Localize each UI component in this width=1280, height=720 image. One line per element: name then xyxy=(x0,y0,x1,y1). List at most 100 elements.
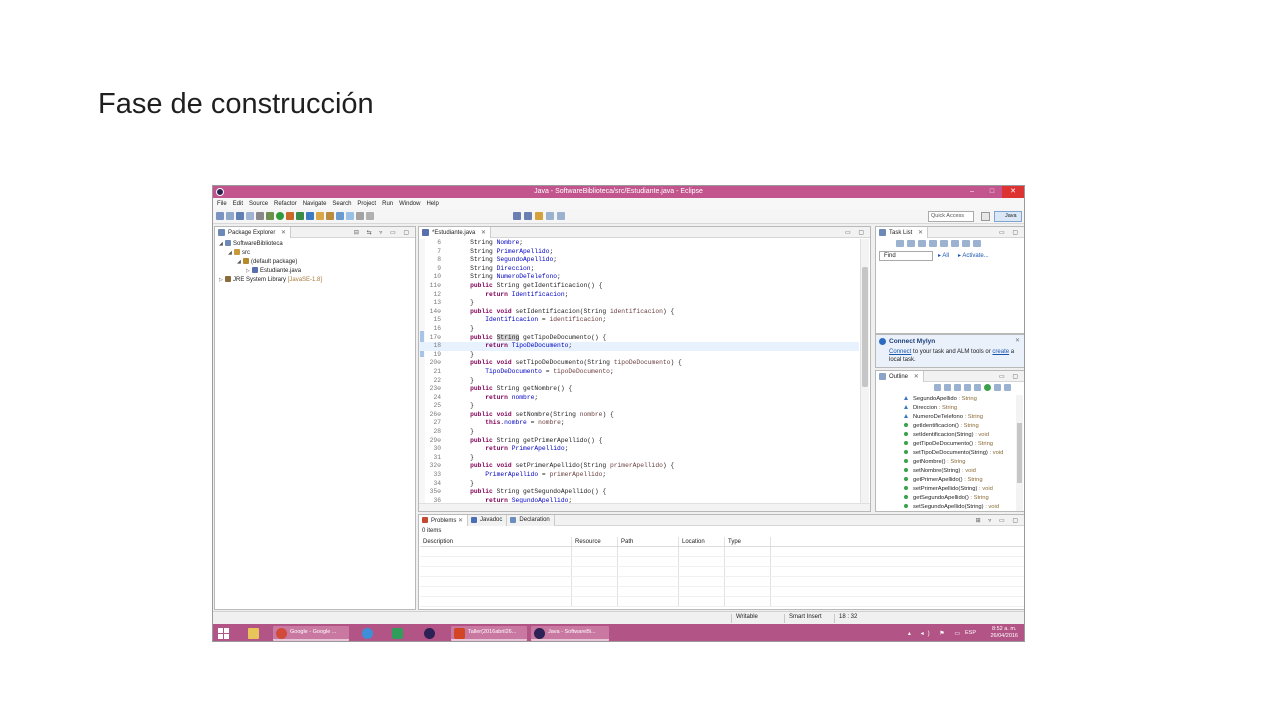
focus-icon[interactable] xyxy=(929,240,937,247)
open-perspective-icon[interactable] xyxy=(981,212,990,221)
menu-edit[interactable]: Edit xyxy=(233,201,243,207)
tab-declaration[interactable]: Declaration xyxy=(507,515,555,526)
new-icon[interactable] xyxy=(216,212,224,220)
collapse-icon[interactable] xyxy=(962,240,970,247)
outline-item[interactable]: setTipoDeDocumento(String) : void xyxy=(904,449,1014,458)
print-icon[interactable] xyxy=(256,212,264,220)
categorize-icon[interactable] xyxy=(907,240,915,247)
sort-icon[interactable] xyxy=(934,384,941,391)
code-line[interactable]: 15 Identificacion = identificacion; xyxy=(419,316,859,325)
internet-explorer-taskbar-button[interactable] xyxy=(359,626,377,641)
code-editor[interactable]: 6 String Nombre; 7 String PrimerApellido;… xyxy=(419,239,859,503)
code-line[interactable]: 35⊖ public String getSegundoApellido() { xyxy=(419,488,859,497)
save-icon[interactable] xyxy=(236,212,244,220)
scheduled-icon[interactable] xyxy=(918,240,926,247)
tab-javadoc[interactable]: Javadoc xyxy=(468,515,508,526)
outline-item[interactable]: setIdentificacion(String) : void xyxy=(904,431,1014,440)
code-line[interactable]: 33 PrimerApellido = primerApellido; xyxy=(419,471,859,480)
tab-problems[interactable]: Problems ✕ xyxy=(419,515,469,526)
outline-item[interactable]: getPrimerApellido() : String xyxy=(904,476,1014,485)
activate-link[interactable]: ▸ Activate... xyxy=(958,252,989,259)
close-button[interactable]: ✕ xyxy=(1002,186,1024,198)
tree-item[interactable]: ◢ SoftwareBiblioteca xyxy=(219,240,322,249)
outline-scrollbar[interactable] xyxy=(1016,395,1023,511)
menu-source[interactable]: Source xyxy=(249,201,268,207)
close-icon[interactable]: ✕ xyxy=(914,374,919,380)
scroll-thumb[interactable] xyxy=(1017,423,1022,483)
menu-window[interactable]: Window xyxy=(399,201,420,207)
view-controls[interactable]: ▭ ▢ xyxy=(999,373,1021,380)
search-icon[interactable] xyxy=(336,212,344,220)
menu-refactor[interactable]: Refactor xyxy=(274,201,297,207)
filter-icon[interactable] xyxy=(940,240,948,247)
new-java-project-icon[interactable] xyxy=(296,212,304,220)
new-task-icon[interactable] xyxy=(896,240,904,247)
hide-local-types-icon[interactable] xyxy=(994,384,1001,391)
editor-vertical-scrollbar[interactable] xyxy=(860,239,869,503)
tab-estudiante-java[interactable]: *Estudiante.java ✕ xyxy=(419,227,492,238)
tree-item[interactable]: ▷ Estudiante.java xyxy=(219,267,322,276)
code-line[interactable]: 14⊖ public void setIdentificacion(String… xyxy=(419,308,859,317)
outline-item[interactable]: SegundoApellido : String xyxy=(904,395,1014,404)
column-resource[interactable]: Resource xyxy=(572,537,618,546)
java-perspective-button[interactable]: Java xyxy=(994,211,1022,222)
synchronize-icon[interactable] xyxy=(951,240,959,247)
presentation-icon[interactable] xyxy=(973,240,981,247)
code-line[interactable]: 29⊖ public String getPrimerApellido() { xyxy=(419,437,859,446)
close-icon[interactable]: ✕ xyxy=(918,230,923,236)
new-class-icon[interactable] xyxy=(316,212,324,220)
tab-outline[interactable]: Outline ✕ xyxy=(876,371,924,382)
code-line[interactable]: 13 } xyxy=(419,299,859,308)
scroll-thumb[interactable] xyxy=(862,267,868,387)
tree-item[interactable]: ◢ (default package) xyxy=(219,258,322,267)
code-line[interactable]: 8 String SegundoApellido; xyxy=(419,256,859,265)
code-line[interactable]: 21 TipoDeDocumento = tipoDeDocumento; xyxy=(419,368,859,377)
view-controls[interactable]: ▭ ▢ xyxy=(999,229,1021,236)
view-controls[interactable]: ▭ ▢ xyxy=(845,229,867,236)
collapse-all-icon[interactable] xyxy=(944,384,951,391)
code-line[interactable]: 19 } xyxy=(419,351,859,360)
annotation-icon[interactable] xyxy=(356,212,364,220)
column-location[interactable]: Location xyxy=(679,537,725,546)
menu-navigate[interactable]: Navigate xyxy=(303,201,327,207)
hide-nonpublic-icon[interactable] xyxy=(974,384,981,391)
menu-search[interactable]: Search xyxy=(332,201,351,207)
code-line[interactable]: 31 } xyxy=(419,454,859,463)
code-line[interactable]: 7 String PrimerApellido; xyxy=(419,248,859,257)
column-type[interactable]: Type xyxy=(725,537,771,546)
outline-item[interactable]: setNombre(String) : void xyxy=(904,467,1014,476)
last-edit-icon[interactable] xyxy=(535,212,543,220)
focus-active-icon[interactable] xyxy=(984,384,991,391)
code-line[interactable]: 28 } xyxy=(419,428,859,437)
column-path[interactable]: Path xyxy=(618,537,679,546)
open-icon[interactable] xyxy=(226,212,234,220)
outline-item[interactable]: setSegundoApellido(String) : void xyxy=(904,503,1014,511)
menu-project[interactable]: Project xyxy=(357,201,376,207)
hide-fields-icon[interactable] xyxy=(954,384,961,391)
menu-file[interactable]: File xyxy=(217,201,227,207)
code-line[interactable]: 25 } xyxy=(419,402,859,411)
close-icon[interactable]: ✕ xyxy=(281,230,286,236)
close-icon[interactable]: ✕ xyxy=(458,518,463,524)
quick-access-input[interactable]: Quick Access xyxy=(928,211,974,222)
close-icon[interactable]: ✕ xyxy=(481,230,486,236)
create-link[interactable]: create xyxy=(992,349,1009,355)
hide-static-icon[interactable] xyxy=(964,384,971,391)
all-link[interactable]: ▸ All xyxy=(938,252,949,259)
taskbar-app-eclipse[interactable]: Java - SoftwareBi... xyxy=(531,626,609,641)
menu-run[interactable]: Run xyxy=(382,201,393,207)
tree-item[interactable]: ▷ JRE System Library [JavaSE-1.8] xyxy=(219,276,322,285)
code-line[interactable]: 9 String Direccion; xyxy=(419,265,859,274)
language-indicator[interactable]: ESP xyxy=(965,630,976,636)
minimize-button[interactable]: – xyxy=(964,186,980,198)
find-input[interactable]: Find xyxy=(879,251,933,261)
outline-item[interactable]: getSegundoApellido() : String xyxy=(904,494,1014,503)
start-button[interactable] xyxy=(218,628,230,639)
code-line[interactable]: 23⊖ public String getNombre() { xyxy=(419,385,859,394)
outline-item[interactable]: getIdentificacion() : String xyxy=(904,422,1014,431)
code-line[interactable]: 32⊖ public void setPrimerApellido(String… xyxy=(419,462,859,471)
code-line[interactable]: 20⊖ public void setTipoDeDocumento(Strin… xyxy=(419,359,859,368)
new-package-icon[interactable] xyxy=(306,212,314,220)
code-line[interactable]: 17⊖ public String getTipoDeDocumento() { xyxy=(419,333,859,343)
code-line[interactable]: 34 } xyxy=(419,480,859,489)
